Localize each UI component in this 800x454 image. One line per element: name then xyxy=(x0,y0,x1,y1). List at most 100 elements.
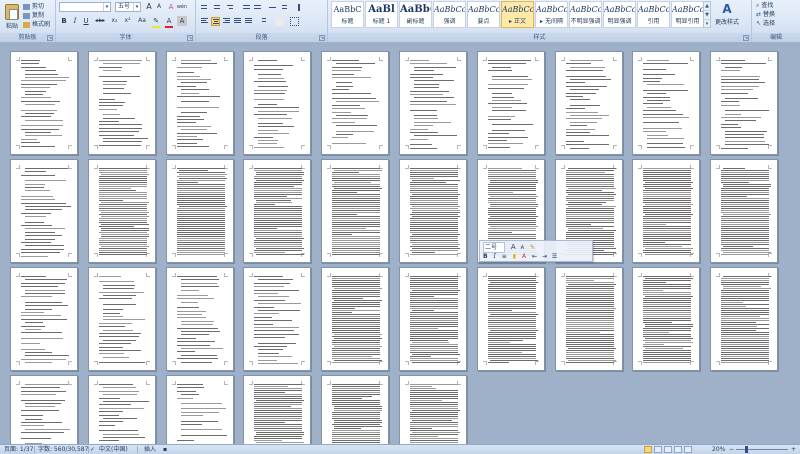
copy-button[interactable]: 复制 xyxy=(23,11,44,20)
style-tile[interactable]: AaBbCcDc ▸ 无间隔 xyxy=(535,1,568,28)
page-thumbnail[interactable] xyxy=(166,51,234,155)
page-thumbnail[interactable] xyxy=(10,267,78,371)
zoom-in-icon[interactable]: + xyxy=(791,445,796,454)
mini-indent-icon[interactable]: ⇤ xyxy=(532,253,537,260)
page-thumbnail[interactable] xyxy=(399,375,467,444)
grow-font-button[interactable]: A xyxy=(144,2,154,12)
page-thumbnail[interactable] xyxy=(243,267,311,371)
style-tile[interactable]: AaBbCcDc 明显强调 xyxy=(603,1,636,28)
page-thumbnail[interactable] xyxy=(477,267,545,371)
mini-highlight-icon[interactable]: ▮ xyxy=(513,253,516,260)
page-thumbnail[interactable] xyxy=(321,51,389,155)
strikethrough-button[interactable]: abc xyxy=(93,16,107,26)
page-thumbnail[interactable] xyxy=(710,267,778,371)
mini-center-icon[interactable]: ≡ xyxy=(502,253,507,260)
insert-mode[interactable]: 插入 xyxy=(144,445,156,454)
page-thumbnail[interactable] xyxy=(399,267,467,371)
change-case-button[interactable]: Aa xyxy=(136,16,148,26)
styles-gallery-scroll[interactable]: ▲ ▼ ▾ xyxy=(703,1,711,28)
shading-button[interactable] xyxy=(275,17,284,26)
page-thumbnail[interactable] xyxy=(166,375,234,444)
italic-button[interactable]: I xyxy=(70,16,80,26)
style-tile[interactable]: AaBl 标题 1 xyxy=(365,1,398,28)
increase-indent-button[interactable] xyxy=(253,3,262,12)
style-tile[interactable]: AaBbC 标题 xyxy=(331,1,364,28)
print-layout-view-button[interactable] xyxy=(644,446,652,453)
superscript-button[interactable]: x² xyxy=(122,16,133,26)
page-thumbnail[interactable] xyxy=(166,159,234,263)
page-thumbnail[interactable] xyxy=(88,375,156,444)
justify-button[interactable] xyxy=(233,17,242,26)
page-thumbnail[interactable] xyxy=(632,159,700,263)
styles-launcher-icon[interactable]: ↘ xyxy=(743,35,749,41)
sort-button[interactable] xyxy=(281,3,290,12)
spelling-check-icon[interactable]: ✓ xyxy=(90,445,95,454)
clear-format-button[interactable]: A xyxy=(166,2,176,12)
bold-button[interactable]: B xyxy=(59,16,69,26)
word-count[interactable]: 字数: 560/30,587 xyxy=(38,445,88,454)
font-name-box[interactable]: ▾ xyxy=(59,2,111,12)
chinese-layout-button[interactable] xyxy=(268,3,277,12)
zoom-slider-thumb[interactable] xyxy=(745,446,748,453)
draft-view-button[interactable] xyxy=(684,446,692,453)
style-tile[interactable]: AaBbCcD 要点 xyxy=(467,1,500,28)
bullets-button[interactable] xyxy=(200,3,209,12)
numbering-button[interactable] xyxy=(213,3,222,12)
borders-button[interactable] xyxy=(290,17,299,26)
font-launcher-icon[interactable]: ↘ xyxy=(187,35,193,41)
page-thumbnail[interactable] xyxy=(88,267,156,371)
page-thumbnail[interactable] xyxy=(321,375,389,444)
replace-button[interactable]: ⇄ 替换 xyxy=(756,10,775,19)
mini-font-color-icon[interactable]: A xyxy=(522,253,526,260)
page-thumbnail[interactable] xyxy=(243,375,311,444)
zoom-slider-track[interactable] xyxy=(736,449,788,450)
page-thumbnail[interactable] xyxy=(321,267,389,371)
mini-bullets-icon[interactable]: ☰ xyxy=(552,253,557,260)
page-thumbnail[interactable] xyxy=(88,51,156,155)
underline-button[interactable]: U xyxy=(81,16,91,26)
gallery-more-icon[interactable]: ▾ xyxy=(704,20,710,29)
style-tile[interactable]: AaBbCcD 强调 xyxy=(433,1,466,28)
page-thumbnail[interactable] xyxy=(710,51,778,155)
font-name-dropdown-icon[interactable]: ▾ xyxy=(103,3,110,11)
highlight-button[interactable]: ✎ xyxy=(151,16,161,26)
page-thumbnail[interactable] xyxy=(166,267,234,371)
decrease-indent-button[interactable] xyxy=(242,3,251,12)
style-tile[interactable]: AaBbCcDc 不明显强调 xyxy=(569,1,602,28)
show-marks-button[interactable] xyxy=(294,3,303,12)
change-styles-button[interactable]: A 更改样式 xyxy=(714,1,740,31)
style-tile[interactable]: AaBbCcDc ▸ 正文 xyxy=(501,1,534,28)
character-shading-button[interactable]: A xyxy=(177,16,187,26)
style-tile[interactable]: AaBb(副标题 xyxy=(399,1,432,28)
multilevel-list-button[interactable] xyxy=(226,3,235,12)
document-area[interactable]: 二号 A A ✎ B I ≡ ▮ A ⇤ ⇥ ☰ xyxy=(0,42,800,444)
align-left-button[interactable] xyxy=(200,17,209,26)
mini-grow-button[interactable]: A xyxy=(511,243,516,251)
page-thumbnail[interactable] xyxy=(10,51,78,155)
web-layout-view-button[interactable] xyxy=(664,446,672,453)
macro-record-icon[interactable]: ▪ xyxy=(163,445,167,454)
shrink-font-button[interactable]: A xyxy=(154,2,164,12)
zoom-level[interactable]: 20% xyxy=(712,445,725,454)
paragraph-launcher-icon[interactable]: ↘ xyxy=(319,35,325,41)
align-right-button[interactable] xyxy=(222,17,231,26)
cut-button[interactable]: 剪切 xyxy=(23,2,44,11)
select-button[interactable]: ↖ 选择 xyxy=(756,19,775,28)
page-thumbnail[interactable] xyxy=(88,159,156,263)
font-size-dropdown-icon[interactable]: ▾ xyxy=(133,3,140,11)
mini-outdent-icon[interactable]: ⇥ xyxy=(542,253,547,260)
distributed-button[interactable] xyxy=(244,17,253,26)
fullscreen-reading-view-button[interactable] xyxy=(654,446,662,453)
mini-shrink-button[interactable]: A xyxy=(521,245,524,251)
page-thumbnail[interactable] xyxy=(399,51,467,155)
mini-italic-button[interactable]: I xyxy=(494,253,496,260)
outline-view-button[interactable] xyxy=(674,446,682,453)
page-thumbnail[interactable] xyxy=(399,159,467,263)
page-thumbnail[interactable] xyxy=(477,51,545,155)
line-spacing-button[interactable] xyxy=(258,17,267,26)
format-painter-button[interactable]: 格式刷 xyxy=(23,20,50,29)
mini-format-painter-icon[interactable]: ✎ xyxy=(530,244,535,251)
find-button[interactable]: ⌕ 查找 xyxy=(756,1,773,10)
page-thumbnail[interactable] xyxy=(10,375,78,444)
gallery-up-icon[interactable]: ▲ xyxy=(704,2,710,11)
